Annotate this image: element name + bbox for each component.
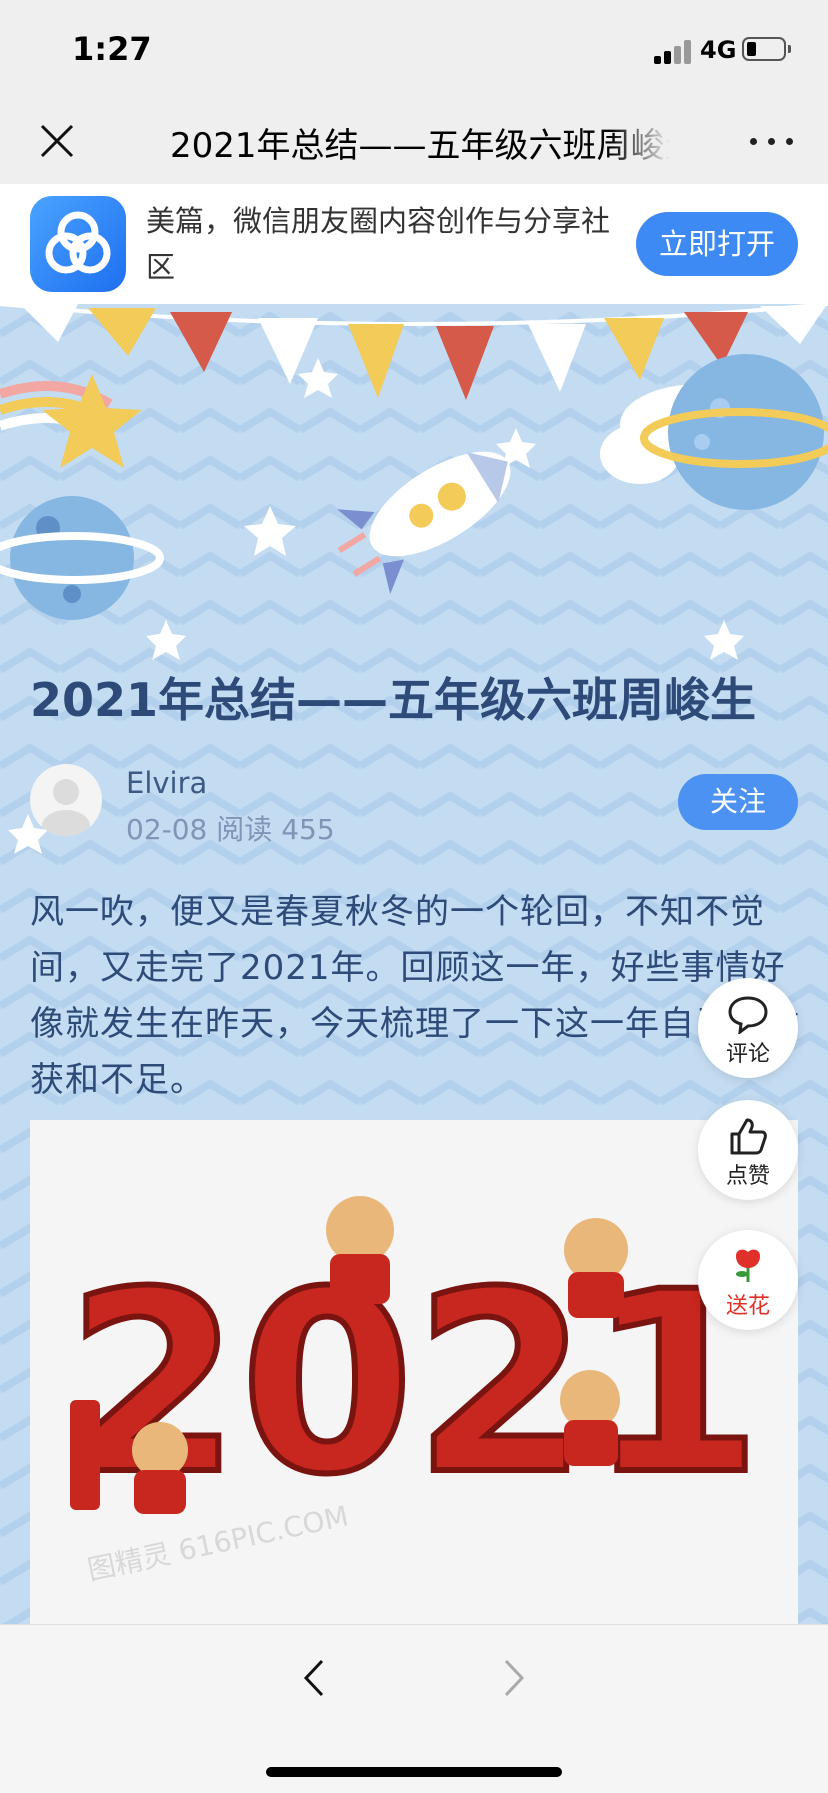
rose-icon bbox=[736, 1249, 760, 1282]
flower-button[interactable]: 送花 bbox=[698, 1230, 798, 1330]
back-button[interactable] bbox=[296, 1655, 330, 1701]
banner-description: 美篇，微信朋友圈内容创作与分享社区 bbox=[146, 204, 611, 284]
follow-button[interactable]: 关注 bbox=[678, 774, 798, 830]
close-icon bbox=[40, 124, 74, 158]
read-count: 455 bbox=[281, 813, 335, 846]
article-title: 2021年总结——五年级六班周峻生 bbox=[30, 673, 757, 727]
flower-label: 送花 bbox=[725, 1294, 770, 1319]
network-label: 4G bbox=[700, 36, 737, 64]
article-image[interactable]: 2021 图精灵 616PIC.COM bbox=[30, 1120, 798, 1624]
article-content: 2021年总结——五年级六班周峻生 Elvira 02-08 阅读 455 关注… bbox=[0, 304, 828, 1624]
nav-bar: 2021年总结——五年级六班周峻生 bbox=[0, 98, 828, 184]
publish-date: 02-08 bbox=[126, 813, 208, 846]
back-arrow-icon bbox=[303, 1659, 324, 1697]
open-app-button[interactable]: 立即打开 bbox=[636, 212, 798, 276]
article-meta: 02-08 阅读 455 bbox=[126, 808, 335, 848]
nav-title: 2021年总结——五年级六班周峻生 bbox=[170, 126, 670, 166]
author-avatar[interactable] bbox=[30, 764, 102, 836]
thumbs-up-icon bbox=[730, 1118, 767, 1155]
comment-button[interactable]: 评论 bbox=[698, 978, 798, 1078]
status-bar: 1:27 4G bbox=[0, 0, 828, 98]
article-body: 风一吹，便又是春夏秋冬的一个轮回，不知不觉间，又走完了2021年。回顾这一年，好… bbox=[30, 892, 800, 1100]
like-button[interactable]: 点赞 bbox=[698, 1100, 798, 1200]
app-banner: 美篇，微信朋友圈内容创作与分享社区 立即打开 bbox=[0, 184, 828, 304]
like-label: 点赞 bbox=[725, 1164, 770, 1189]
app-logo bbox=[30, 196, 126, 292]
more-button[interactable] bbox=[748, 118, 798, 164]
status-time: 1:27 bbox=[72, 30, 152, 68]
author-name[interactable]: Elvira bbox=[126, 766, 207, 800]
read-label: 阅读 bbox=[216, 813, 273, 846]
bottom-toolbar bbox=[0, 1624, 828, 1793]
close-button[interactable] bbox=[34, 118, 80, 164]
header-illustration bbox=[0, 304, 828, 854]
comment-label: 评论 bbox=[725, 1042, 770, 1067]
home-indicator bbox=[266, 1767, 562, 1777]
signal-icon bbox=[654, 38, 696, 64]
comment-icon bbox=[728, 996, 768, 1034]
battery-icon bbox=[742, 37, 791, 61]
forward-arrow-icon bbox=[504, 1659, 525, 1697]
forward-button[interactable] bbox=[498, 1655, 532, 1701]
